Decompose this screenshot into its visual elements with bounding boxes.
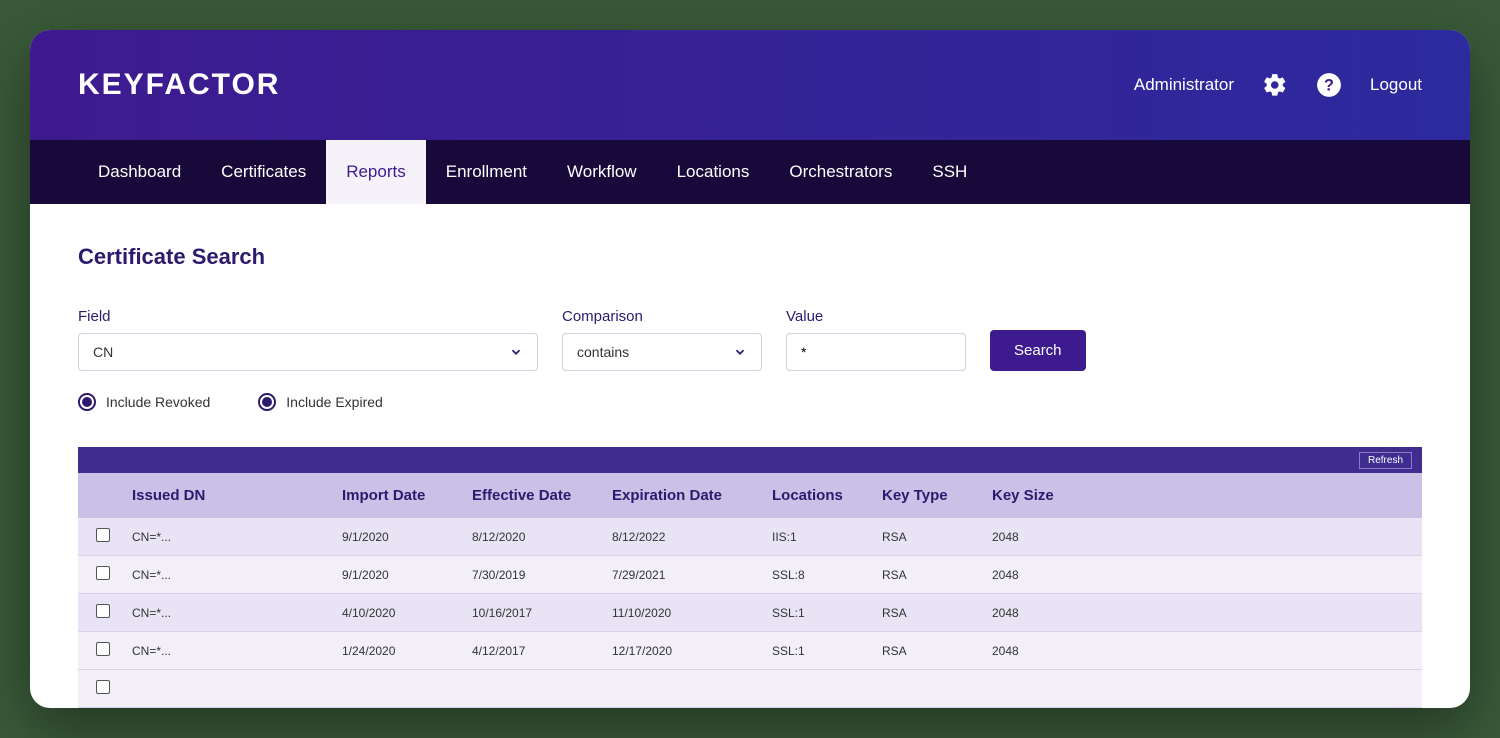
cell-effective: 7/30/2019: [462, 556, 602, 594]
comparison-label: Comparison: [562, 308, 762, 325]
cell-locations: SSL:1: [762, 594, 872, 632]
cell-keysize: 2048: [982, 556, 1422, 594]
nav-ssh[interactable]: SSH: [912, 140, 987, 204]
include-revoked[interactable]: Include Revoked: [78, 393, 210, 411]
nav-workflow[interactable]: Workflow: [547, 140, 657, 204]
nav-reports[interactable]: Reports: [326, 140, 426, 204]
table-topbar: Refresh: [78, 447, 1422, 473]
cell-dn: CN=*...: [122, 518, 332, 556]
cell-dn: CN=*...: [122, 594, 332, 632]
col-effective-date[interactable]: Effective Date: [462, 473, 602, 518]
table-row[interactable]: CN=*... 9/1/2020 8/12/2020 8/12/2022 IIS…: [78, 518, 1422, 556]
col-issued-dn[interactable]: Issued DN: [122, 473, 332, 518]
table-body: CN=*... 9/1/2020 8/12/2020 8/12/2022 IIS…: [78, 518, 1422, 670]
cell-keysize: 2048: [982, 594, 1422, 632]
cell-import: 4/10/2020: [332, 594, 462, 632]
field-value: CN: [93, 344, 113, 360]
nav-enrollment[interactable]: Enrollment: [426, 140, 547, 204]
nav-certificates[interactable]: Certificates: [201, 140, 326, 204]
include-revoked-label: Include Revoked: [106, 394, 210, 410]
nav-orchestrators[interactable]: Orchestrators: [769, 140, 912, 204]
row-checkbox[interactable]: [96, 528, 110, 542]
cell-keysize: 2048: [982, 518, 1422, 556]
col-checkbox: [78, 473, 122, 518]
search-button[interactable]: Search: [990, 330, 1086, 371]
row-checkbox[interactable]: [96, 566, 110, 580]
row-checkbox[interactable]: [96, 642, 110, 656]
search-row: Field CN Comparison contains Value *: [78, 308, 1422, 371]
table-row[interactable]: CN=*... 9/1/2020 7/30/2019 7/29/2021 SSL…: [78, 556, 1422, 594]
cell-keytype: RSA: [872, 556, 982, 594]
col-expiration-date[interactable]: Expiration Date: [602, 473, 762, 518]
cell-expiration: 7/29/2021: [602, 556, 762, 594]
chevron-down-icon: [733, 345, 747, 359]
field-label: Field: [78, 308, 538, 325]
page-title: Certificate Search: [78, 244, 1422, 270]
table-row[interactable]: CN=*... 1/24/2020 4/12/2017 12/17/2020 S…: [78, 632, 1422, 670]
col-key-size[interactable]: Key Size: [982, 473, 1422, 518]
include-expired-label: Include Expired: [286, 394, 383, 410]
include-expired[interactable]: Include Expired: [258, 393, 383, 411]
nav-locations[interactable]: Locations: [657, 140, 770, 204]
col-locations[interactable]: Locations: [762, 473, 872, 518]
cell-effective: 10/16/2017: [462, 594, 602, 632]
field-group-field: Field CN: [78, 308, 538, 371]
cell-locations: SSL:1: [762, 632, 872, 670]
cell-expiration: 12/17/2020: [602, 632, 762, 670]
cell-import: 9/1/2020: [332, 556, 462, 594]
app-window: KEYFACTOR Administrator ? Logout Dashboa…: [30, 30, 1470, 708]
cell-expiration: 11/10/2020: [602, 594, 762, 632]
cell-keytype: RSA: [872, 632, 982, 670]
field-select[interactable]: CN: [78, 333, 538, 371]
cell-dn: CN=*...: [122, 556, 332, 594]
table-head: Issued DN Import Date Effective Date Exp…: [78, 473, 1422, 518]
cell-dn: CN=*...: [122, 632, 332, 670]
table-row[interactable]: [78, 670, 1422, 708]
cell-import: 1/24/2020: [332, 632, 462, 670]
content: Certificate Search Field CN Comparison c…: [30, 204, 1470, 708]
col-key-type[interactable]: Key Type: [872, 473, 982, 518]
value-input[interactable]: *: [786, 333, 966, 371]
cell-effective: 4/12/2017: [462, 632, 602, 670]
radio-icon: [78, 393, 96, 411]
field-group-comparison: Comparison contains: [562, 308, 762, 371]
comparison-value: contains: [577, 344, 629, 360]
nav-dashboard[interactable]: Dashboard: [78, 140, 201, 204]
topbar-right: Administrator ? Logout: [1134, 72, 1422, 98]
results-table: Issued DN Import Date Effective Date Exp…: [78, 473, 1422, 670]
topbar: KEYFACTOR Administrator ? Logout: [30, 30, 1470, 140]
cell-effective: 8/12/2020: [462, 518, 602, 556]
chevron-down-icon: [509, 345, 523, 359]
logo: KEYFACTOR: [78, 68, 280, 102]
col-import-date[interactable]: Import Date: [332, 473, 462, 518]
logout-link[interactable]: Logout: [1370, 75, 1422, 95]
svg-text:?: ?: [1324, 76, 1334, 94]
cell-keysize: 2048: [982, 632, 1422, 670]
table-container: Refresh Issued DN Import Date Effective …: [78, 447, 1422, 708]
navbar: DashboardCertificatesReportsEnrollmentWo…: [30, 140, 1470, 204]
help-icon[interactable]: ?: [1316, 72, 1342, 98]
field-group-value: Value *: [786, 308, 966, 371]
cell-keytype: RSA: [872, 518, 982, 556]
radio-icon: [258, 393, 276, 411]
comparison-select[interactable]: contains: [562, 333, 762, 371]
row-checkbox[interactable]: [96, 604, 110, 618]
cell-import: 9/1/2020: [332, 518, 462, 556]
cell-locations: IIS:1: [762, 518, 872, 556]
refresh-button[interactable]: Refresh: [1359, 452, 1412, 469]
gear-icon[interactable]: [1262, 72, 1288, 98]
value-label: Value: [786, 308, 966, 325]
checks-row: Include Revoked Include Expired: [78, 393, 1422, 411]
cell-expiration: 8/12/2022: [602, 518, 762, 556]
row-checkbox[interactable]: [96, 680, 110, 694]
results-table-partial: [78, 670, 1422, 708]
cell-locations: SSL:8: [762, 556, 872, 594]
table-row[interactable]: CN=*... 4/10/2020 10/16/2017 11/10/2020 …: [78, 594, 1422, 632]
cell-keytype: RSA: [872, 594, 982, 632]
value-text: *: [801, 344, 806, 360]
user-label[interactable]: Administrator: [1134, 75, 1234, 95]
